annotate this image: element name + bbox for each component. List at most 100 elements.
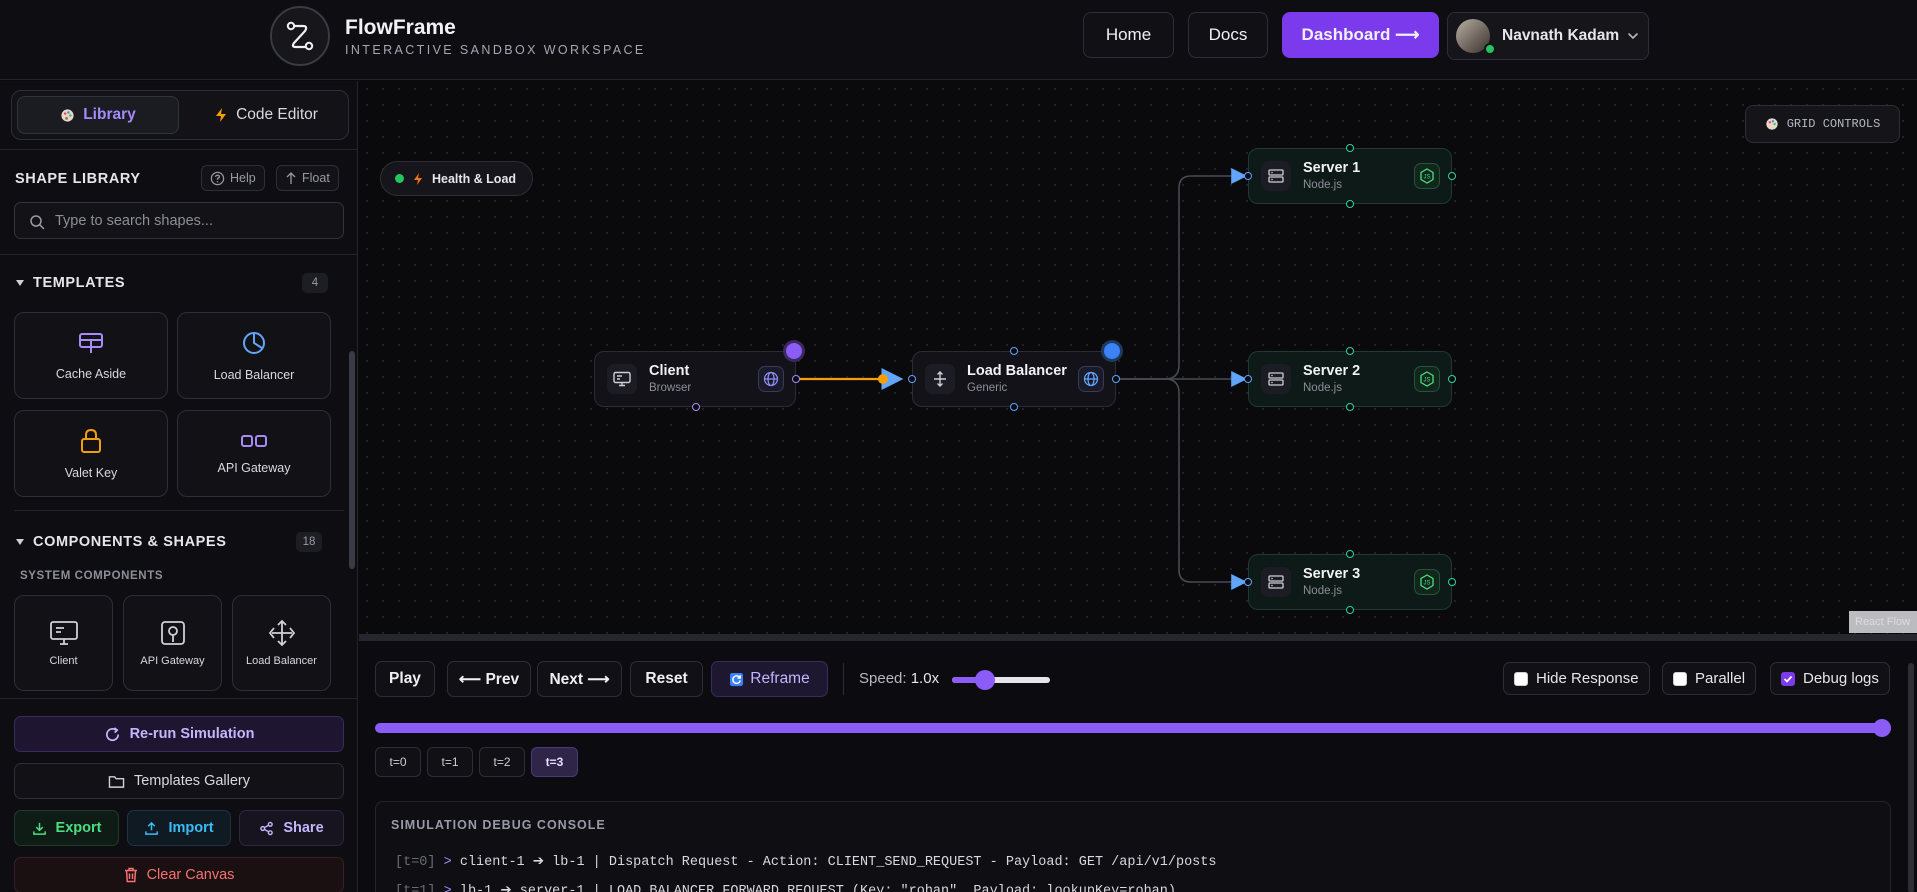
timeline-progress[interactable] <box>375 719 1891 737</box>
user-menu[interactable]: Navnath Kadam <box>1447 12 1649 60</box>
tab-code-editor[interactable]: Code Editor <box>187 96 345 134</box>
component-card-load-balancer[interactable]: Load Balancer <box>232 595 331 691</box>
online-status-dot <box>1484 43 1496 55</box>
react-flow-attribution[interactable]: React Flow <box>1849 611 1917 633</box>
node-title: Server 2 <box>1303 363 1361 379</box>
play-button[interactable]: Play <box>375 661 435 697</box>
handle-top[interactable] <box>1346 144 1354 152</box>
timeline-progress-thumb[interactable] <box>1873 719 1891 737</box>
next-button[interactable]: Next ⟶ <box>537 661 622 697</box>
lightning-icon <box>216 108 227 122</box>
help-icon <box>210 171 225 185</box>
prev-button[interactable]: ⟵ Prev <box>447 661 531 697</box>
home-link[interactable]: Home <box>1083 12 1174 58</box>
sidebar-scroll-thumb[interactable] <box>349 351 355 569</box>
template-card-api-gateway[interactable]: API Gateway <box>177 410 331 497</box>
handle-target[interactable] <box>1244 375 1252 383</box>
speed-slider[interactable] <box>952 670 1050 690</box>
lock-icon <box>81 428 101 453</box>
parallel-toggle[interactable]: Parallel <box>1662 662 1757 695</box>
handle-bottom[interactable] <box>692 403 700 411</box>
pie-chart-icon <box>243 331 265 354</box>
divider <box>843 663 844 695</box>
templates-header[interactable]: TEMPLATES <box>15 275 125 291</box>
divider <box>0 698 358 699</box>
panel-scrollbar[interactable] <box>1908 663 1914 892</box>
handle-target[interactable] <box>1244 172 1252 180</box>
handle-bottom[interactable] <box>1346 200 1354 208</box>
handle-bottom[interactable] <box>1346 403 1354 411</box>
handle-bottom[interactable] <box>1010 403 1018 411</box>
handle-target[interactable] <box>908 375 916 383</box>
handle-source[interactable] <box>1112 375 1120 383</box>
panel-resize-handle[interactable] <box>359 634 1917 641</box>
template-card-load-balancer[interactable]: Load Balancer <box>177 312 331 399</box>
debug-logs-toggle[interactable]: Debug logs <box>1770 662 1890 695</box>
svg-text:JS: JS <box>1423 581 1430 587</box>
handle-target[interactable] <box>1244 578 1252 586</box>
checkbox[interactable] <box>1781 671 1795 686</box>
gateway-icon <box>160 621 185 645</box>
component-card-api-gateway[interactable]: API Gateway <box>123 595 222 691</box>
handle-top[interactable] <box>1346 550 1354 558</box>
node-server-1[interactable]: Server 1 Node.js JS <box>1248 148 1452 204</box>
step-t2[interactable]: t=2 <box>479 747 525 777</box>
svg-text:JS: JS <box>1423 378 1430 384</box>
handle-source[interactable] <box>1448 172 1456 180</box>
node-load-balancer[interactable]: Load Balancer Generic <box>912 351 1116 407</box>
component-card-client[interactable]: Client <box>14 595 113 691</box>
template-label: Load Balancer <box>213 367 295 382</box>
handle-bottom[interactable] <box>1346 606 1354 614</box>
help-button[interactable]: Help <box>201 165 265 191</box>
node-subtitle: Node.js <box>1303 179 1342 191</box>
node-title: Load Balancer <box>967 363 1067 379</box>
gateway-icon <box>241 434 267 447</box>
step-t0[interactable]: t=0 <box>375 747 421 777</box>
share-label: Share <box>283 820 324 836</box>
node-icon <box>607 364 637 394</box>
simulation-panel: Play ⟵ Prev Next ⟶ Reset Reframe Speed: … <box>359 641 1917 892</box>
reset-button[interactable]: Reset <box>630 661 703 697</box>
debug-console[interactable]: SIMULATION DEBUG CONSOLE [t=0] > client-… <box>375 801 1891 892</box>
docs-link[interactable]: Docs <box>1188 12 1268 58</box>
step-t1[interactable]: t=1 <box>427 747 473 777</box>
node-client[interactable]: Client Browser <box>594 351 796 407</box>
node-icon <box>925 364 955 394</box>
float-button[interactable]: Float <box>276 165 339 191</box>
speed-slider-thumb[interactable] <box>975 670 996 690</box>
checkbox[interactable] <box>1673 671 1687 686</box>
node-server-3[interactable]: Server 3 Node.js JS <box>1248 554 1452 610</box>
template-card-valet-key[interactable]: Valet Key <box>14 410 168 497</box>
handle-top[interactable] <box>1346 347 1354 355</box>
handle-source[interactable] <box>792 375 800 383</box>
hide-response-toggle[interactable]: Hide Response <box>1503 662 1650 695</box>
handle-top[interactable] <box>1010 347 1018 355</box>
reframe-button[interactable]: Reframe <box>711 661 828 697</box>
edge-lb-server1 <box>1116 168 1248 380</box>
clear-canvas-button[interactable]: Clear Canvas <box>14 857 344 892</box>
checkbox[interactable] <box>1514 671 1528 686</box>
step-t3[interactable]: t=3 <box>531 747 578 777</box>
search-input[interactable] <box>55 211 335 231</box>
dashboard-button[interactable]: Dashboard ⟶ <box>1282 12 1439 58</box>
speed-label-text: Speed: <box>859 670 907 687</box>
node-server-2[interactable]: Server 2 Node.js JS <box>1248 351 1452 407</box>
export-button[interactable]: Export <box>14 810 119 846</box>
share-button[interactable]: Share <box>239 810 344 846</box>
template-card-cache-aside[interactable]: Cache Aside <box>14 312 168 399</box>
flow-canvas[interactable]: GRID CONTROLS Health & Load Client Brows… <box>359 81 1917 634</box>
components-header[interactable]: COMPONENTS & SHAPES <box>15 534 226 550</box>
node-title: Server 1 <box>1303 160 1361 176</box>
handle-source[interactable] <box>1448 578 1456 586</box>
flowframe-logo[interactable] <box>270 6 330 66</box>
rerun-simulation-button[interactable]: Re-run Simulation <box>14 716 344 752</box>
log-line: [t=0] > client-1 ➔ lb-1 | Dispatch Reque… <box>395 853 1216 870</box>
node-icon <box>1261 364 1291 394</box>
import-button[interactable]: Import <box>127 810 231 846</box>
tab-library[interactable]: Library <box>17 96 179 134</box>
request-packet <box>878 374 888 384</box>
reframe-icon <box>730 672 744 686</box>
handle-source[interactable] <box>1448 375 1456 383</box>
templates-gallery-button[interactable]: Templates Gallery <box>14 763 344 799</box>
shape-search[interactable] <box>14 202 344 239</box>
